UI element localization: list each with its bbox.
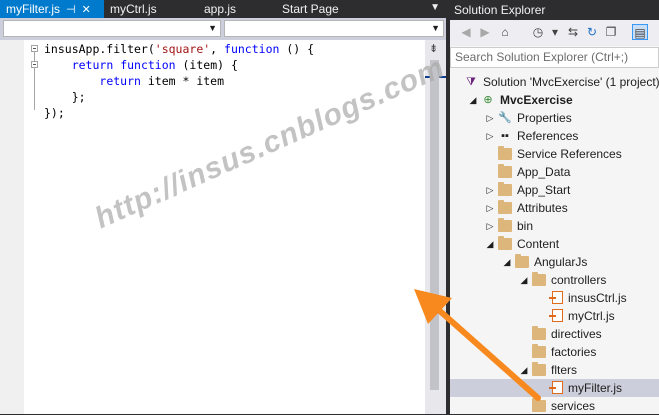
close-icon[interactable]: ✕: [82, 1, 91, 19]
collapsed-arrow-icon[interactable]: ▷: [485, 181, 495, 199]
refresh-icon[interactable]: ↻: [584, 24, 600, 40]
keyword-token: return: [99, 74, 141, 88]
outline-line: [34, 68, 35, 110]
code-token: (item) {: [175, 58, 238, 72]
tab-label: myFilter.js: [6, 2, 60, 16]
pin-icon[interactable]: ⊣: [66, 1, 76, 19]
folder-icon: [498, 164, 512, 178]
tab-label: app.js: [204, 2, 237, 16]
references-icon: ▪▪: [501, 130, 509, 142]
tree-item-label: Service References: [517, 147, 622, 161]
editor-navigation-bar: ▼ ▼: [0, 18, 446, 40]
code-line-2: return function (item) {: [44, 57, 238, 73]
chevron-down-icon: ▼: [431, 23, 440, 33]
collapsed-arrow-icon[interactable]: ▷: [485, 127, 495, 145]
tree-item[interactable]: App_Data: [450, 163, 659, 181]
home-icon[interactable]: ⌂: [497, 24, 513, 40]
tree-item[interactable]: Service References: [450, 145, 659, 163]
expanded-arrow-icon[interactable]: ◢: [468, 91, 478, 109]
tree-item-label: AngularJs: [534, 255, 588, 269]
scope-dropdown[interactable]: ▼: [3, 20, 221, 37]
folder-icon: [498, 146, 512, 160]
pending-changes-filter-icon[interactable]: ◷: [530, 24, 546, 40]
back-icon[interactable]: ◀: [458, 24, 474, 40]
tab-label: Start Page: [282, 2, 339, 16]
folder-icon: [498, 236, 512, 250]
string-token: 'square': [154, 42, 211, 56]
collapse-all-icon[interactable]: ❐: [603, 24, 619, 40]
wrench-icon: 🔧: [498, 112, 512, 124]
tree-item-label: References: [517, 129, 579, 143]
project-icon: ⊕: [483, 94, 493, 106]
tab-myctrl-js[interactable]: myCtrl.js: [104, 0, 163, 18]
tab-start-page[interactable]: Start Page: [276, 0, 345, 18]
tree-item-label: Attributes: [517, 201, 568, 215]
tree-item-label: App_Start: [517, 183, 571, 197]
collapsed-arrow-icon[interactable]: ▷: [485, 109, 495, 127]
code-line-4: };: [44, 89, 86, 105]
line-gutter: [0, 40, 24, 414]
tab-label: myCtrl.js: [110, 2, 157, 16]
chevron-down-icon: ▼: [208, 23, 217, 33]
solution-explorer-toolbar: ◀ ▶ ⌂ ◷ ▾ ⇆ ↻ ❐ ▤: [450, 20, 659, 46]
code-token: () {: [279, 42, 315, 56]
code-token: };: [71, 90, 86, 104]
tree-item[interactable]: ◢ AngularJs: [450, 253, 659, 271]
collapse-toggle-icon[interactable]: [31, 45, 38, 52]
tree-item-label: Properties: [517, 111, 572, 125]
collapse-toggle-icon[interactable]: [31, 61, 38, 68]
code-token: item * item: [140, 74, 225, 88]
code-token: insusApp.filter(: [44, 42, 155, 56]
tab-overflow-dropdown-icon[interactable]: ▼: [430, 2, 440, 13]
collapsed-arrow-icon[interactable]: ▷: [485, 217, 495, 235]
keyword-token: function: [120, 58, 176, 72]
code-line-1: insusApp.filter('square', function () {: [44, 41, 314, 57]
code-token: ,: [210, 42, 225, 56]
code-token: });: [44, 106, 65, 120]
tree-item-label: Solution 'MvcExercise' (1 project): [483, 75, 659, 89]
tree-item[interactable]: ◢ Content: [450, 235, 659, 253]
outlining-margin: [24, 40, 44, 414]
outline-line: [34, 52, 35, 61]
tree-item[interactable]: ▷ 🔧 Properties: [450, 109, 659, 127]
keyword-token: function: [224, 42, 280, 56]
folder-icon: [498, 200, 512, 214]
sync-with-document-icon[interactable]: ⇆: [565, 24, 581, 40]
tree-item-label: bin: [517, 219, 534, 233]
tree-item[interactable]: ▷ bin: [450, 217, 659, 235]
tree-item[interactable]: ▷ ▪▪ References: [450, 127, 659, 145]
forward-icon[interactable]: ▶: [477, 24, 493, 40]
code-line-5: });: [44, 105, 65, 121]
annotation-arrow-icon: [414, 289, 541, 401]
solution-icon: ⧩: [466, 76, 476, 88]
keyword-token: return: [71, 58, 114, 72]
member-dropdown[interactable]: ▼: [224, 20, 444, 37]
code-line-3: return item * item: [44, 73, 224, 89]
chevron-down-icon[interactable]: ▾: [547, 24, 563, 40]
tree-item-label: App_Data: [517, 165, 571, 179]
tree-item-label: Content: [517, 237, 560, 251]
tree-item-label: MvcExercise: [500, 93, 573, 107]
tab-myfilter-js[interactable]: myFilter.js ⊣ ✕: [0, 0, 104, 18]
editor-tab-bar: myFilter.js ⊣ ✕ myCtrl.js app.js Start Pag…: [0, 0, 446, 18]
tab-app-js[interactable]: app.js: [198, 0, 242, 18]
expanded-arrow-icon[interactable]: ◢: [485, 235, 495, 253]
tree-item[interactable]: ▷ App_Start: [450, 181, 659, 199]
tree-item[interactable]: ◢ ⊕ MvcExercise: [450, 91, 659, 109]
folder-icon: [498, 218, 512, 232]
folder-icon: [515, 254, 529, 268]
tree-item[interactable]: ⧩ Solution 'MvcExercise' (1 project): [450, 73, 659, 91]
solution-explorer-title: Solution Explorer: [450, 0, 659, 20]
expanded-arrow-icon[interactable]: ◢: [502, 253, 512, 271]
tree-item[interactable]: ▷ Attributes: [450, 199, 659, 217]
folder-icon: [498, 182, 512, 196]
collapsed-arrow-icon[interactable]: ▷: [485, 199, 495, 217]
solution-explorer-search-input[interactable]: Search Solution Explorer (Ctrl+;): [450, 47, 659, 68]
show-all-files-icon[interactable]: ▤: [632, 24, 648, 40]
